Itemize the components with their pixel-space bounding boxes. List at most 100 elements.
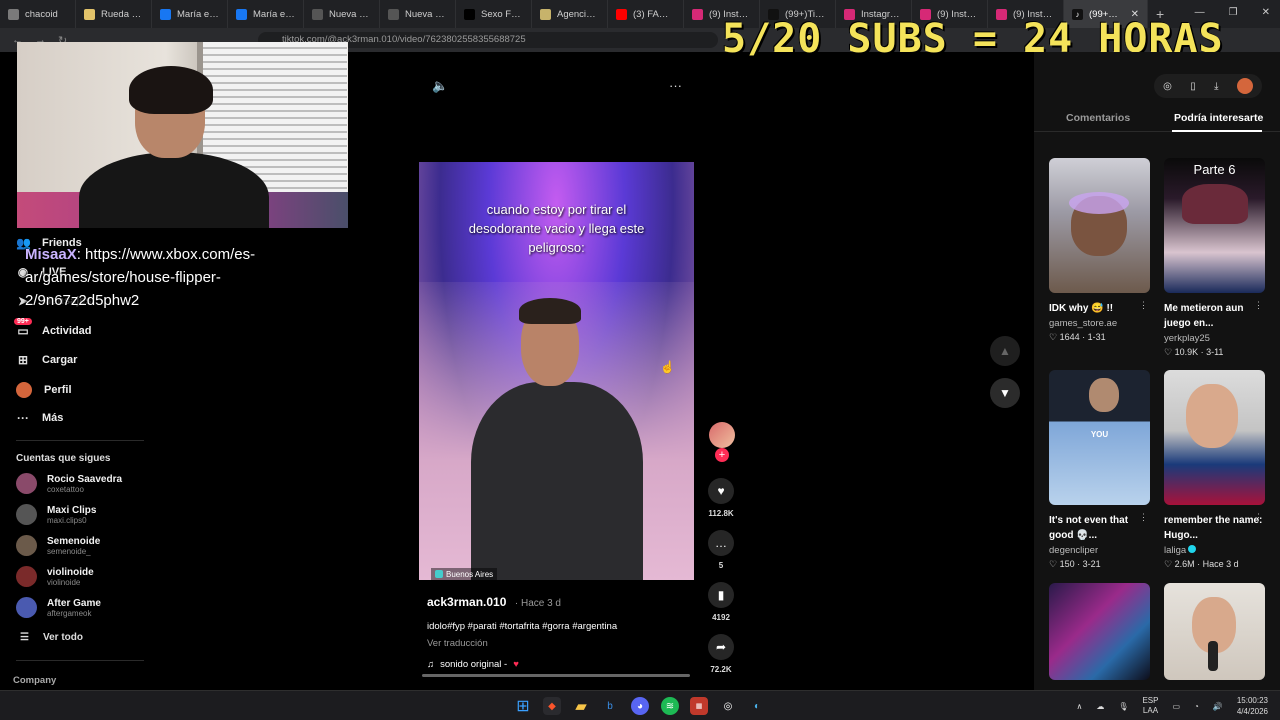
comment-button[interactable]: … 5 [706, 530, 736, 570]
hashtags[interactable]: idolo#fyp #parati #tortafrita #gorra #ar… [427, 621, 692, 632]
music-note-icon: ♫ [427, 659, 435, 670]
share-button[interactable]: ➦ 72.2K [706, 634, 736, 674]
sidebar-item-activity[interactable]: ▭ 99+ Actividad [14, 318, 92, 338]
favicon-icon [160, 8, 171, 20]
cloud-icon[interactable]: ☁ [1096, 702, 1104, 711]
browser-tab[interactable]: Nueva pest [304, 0, 380, 28]
sidebar-item-more[interactable]: ··· Más [16, 411, 63, 425]
phone-icon[interactable]: ▯ [1190, 81, 1196, 92]
browser-tab[interactable]: Rueda De P [76, 0, 152, 28]
browser-tab[interactable]: María envió [152, 0, 228, 28]
more-options-icon[interactable]: ⋮ [1139, 512, 1148, 523]
save-button[interactable]: ▮ 4192 [706, 582, 736, 622]
sidebar-item-upload[interactable]: ⊞ Cargar [16, 353, 78, 367]
suggested-video-card[interactable]: Parte 6 Me metieron aun juego en... ⋮ ye… [1164, 158, 1265, 358]
compass-icon[interactable]: ◎ [1163, 81, 1172, 92]
suggested-video-card[interactable] [1164, 583, 1265, 680]
file-explorer-icon[interactable]: ▰ [572, 697, 590, 715]
company-link[interactable]: Company [13, 675, 56, 686]
chevron-up-icon[interactable]: ∧ [1076, 702, 1082, 711]
discord-icon[interactable]: ◕ [631, 697, 649, 715]
tab-suggested[interactable]: Podría interesarte [1174, 112, 1263, 124]
card-title: remember the name: Hugo... [1164, 515, 1263, 541]
right-panel-tabs: Comentarios Podría interesarte [1034, 110, 1280, 132]
sound-link[interactable]: ♫ sonido original - ♥ [427, 659, 692, 670]
video-player[interactable]: cuando estoy por tirar el desodorante va… [419, 162, 694, 580]
suggested-video-card[interactable]: IDK why 😅 !! ⋮ games_store.ae ♡ 1644 · 1… [1049, 158, 1150, 343]
location-tag[interactable]: Buenos Aires [431, 568, 498, 580]
wifi-icon[interactable]: ◔ [1194, 702, 1199, 711]
account-text: After Game aftergameok [47, 598, 101, 618]
card-meta-text: 150 · 3-21 [1059, 559, 1101, 569]
monitor-icon[interactable]: ▭ [1172, 702, 1180, 711]
following-account[interactable]: After Game aftergameok [16, 597, 101, 618]
browser-tab[interactable]: chacoid [0, 0, 76, 28]
microphone-icon[interactable]: 🎙 [1118, 702, 1128, 711]
obs-icon[interactable]: ◎ [719, 697, 737, 715]
following-account[interactable]: Rocio Saavedra coxetattoo [16, 473, 122, 494]
app-icon[interactable]: ◐ [748, 697, 766, 715]
video-progress-bar[interactable] [422, 674, 690, 677]
follow-button[interactable]: + [715, 448, 729, 462]
save-count: 4192 [712, 613, 730, 622]
creator-avatar[interactable] [709, 422, 735, 448]
suggested-video-card[interactable] [1049, 583, 1150, 680]
close-window-button[interactable]: ✕ [1262, 7, 1270, 18]
more-options-icon[interactable]: ⋮ [1254, 300, 1263, 311]
author-name[interactable]: ack3rman.010 [427, 595, 506, 609]
windows-start-icon[interactable]: ⊞ [514, 697, 532, 715]
share-icon: ➦ [708, 634, 734, 660]
verified-icon [1188, 545, 1197, 553]
app-icon[interactable]: ▦ [690, 697, 708, 715]
favicon-icon [388, 8, 399, 20]
more-options-icon[interactable]: ⋮ [1139, 300, 1148, 311]
time: 15:00:23 [1236, 696, 1268, 705]
more-icon: ··· [17, 411, 29, 425]
avatar [16, 566, 37, 587]
clock[interactable]: 15:00:23 4/4/2026 [1237, 695, 1268, 717]
following-account[interactable]: Maxi Clips maxi.clips0 [16, 504, 96, 525]
chevron-down-icon: ▼ [999, 386, 1011, 400]
translate-link[interactable]: Ver traducción [427, 638, 692, 649]
language-indicator[interactable]: ESP LAA [1142, 696, 1158, 716]
thumb-person [1186, 384, 1238, 448]
user-avatar[interactable] [1236, 78, 1253, 94]
account-handle: violinoide [47, 577, 81, 587]
maximize-button[interactable]: ❐ [1229, 7, 1238, 18]
thumb-label: Parte 6 [1193, 162, 1236, 177]
account-text: Rocio Saavedra coxetattoo [47, 474, 122, 494]
following-account[interactable]: Semenoide semenoide_ [16, 535, 100, 556]
tab-comments[interactable]: Comentarios [1066, 112, 1130, 124]
account-name: violinoide [47, 566, 94, 578]
browser-tab[interactable]: Agencia De [532, 0, 608, 28]
thumb-microphone [1208, 641, 1218, 671]
bing-icon[interactable]: b [601, 697, 619, 715]
suggested-video-card[interactable]: remember the name: Hugo... ⋮ laliga ♡ 2.… [1164, 370, 1265, 570]
see-all-link[interactable]: ☰ Ver todo [20, 632, 83, 643]
sidebar-item-profile[interactable]: Perfil [16, 382, 72, 398]
account-name: Rocio Saavedra [47, 473, 123, 485]
heart-emoji-icon: ♥ [513, 659, 519, 670]
more-options-icon[interactable]: ⋮ [1254, 512, 1263, 523]
sound-label: sonido original - [440, 659, 508, 670]
volume-icon[interactable]: 🔊 [1213, 702, 1223, 711]
browser-tab[interactable]: Sexo Ferm [456, 0, 532, 28]
previous-video-button[interactable]: ▲ [990, 336, 1020, 366]
following-account[interactable]: violinoide violinoide [16, 566, 94, 587]
next-video-button[interactable]: ▼ [990, 378, 1020, 408]
volume-icon[interactable]: 🔈 [432, 78, 448, 94]
spotify-icon[interactable]: ≋ [661, 697, 679, 715]
heart-outline-icon: ♡ [1049, 559, 1060, 569]
browser-tab[interactable]: (3) FARFA V [608, 0, 684, 28]
browser-tab[interactable]: María envió [228, 0, 304, 28]
like-button[interactable]: ♥ 112.8K [706, 478, 736, 518]
download-icon[interactable]: ⤓ [1214, 81, 1218, 92]
favicon-icon [464, 8, 475, 20]
avatar [16, 535, 37, 556]
video-person-hair [519, 298, 581, 324]
suggested-video-card[interactable]: YOU It's not even that good 💀... ⋮ degen… [1049, 370, 1150, 570]
account-name: Semenoide [47, 535, 101, 547]
more-options-icon[interactable]: ··· [669, 78, 682, 94]
browser-tab[interactable]: Nueva pest [380, 0, 456, 28]
brave-browser-icon[interactable]: ◆ [543, 697, 561, 715]
